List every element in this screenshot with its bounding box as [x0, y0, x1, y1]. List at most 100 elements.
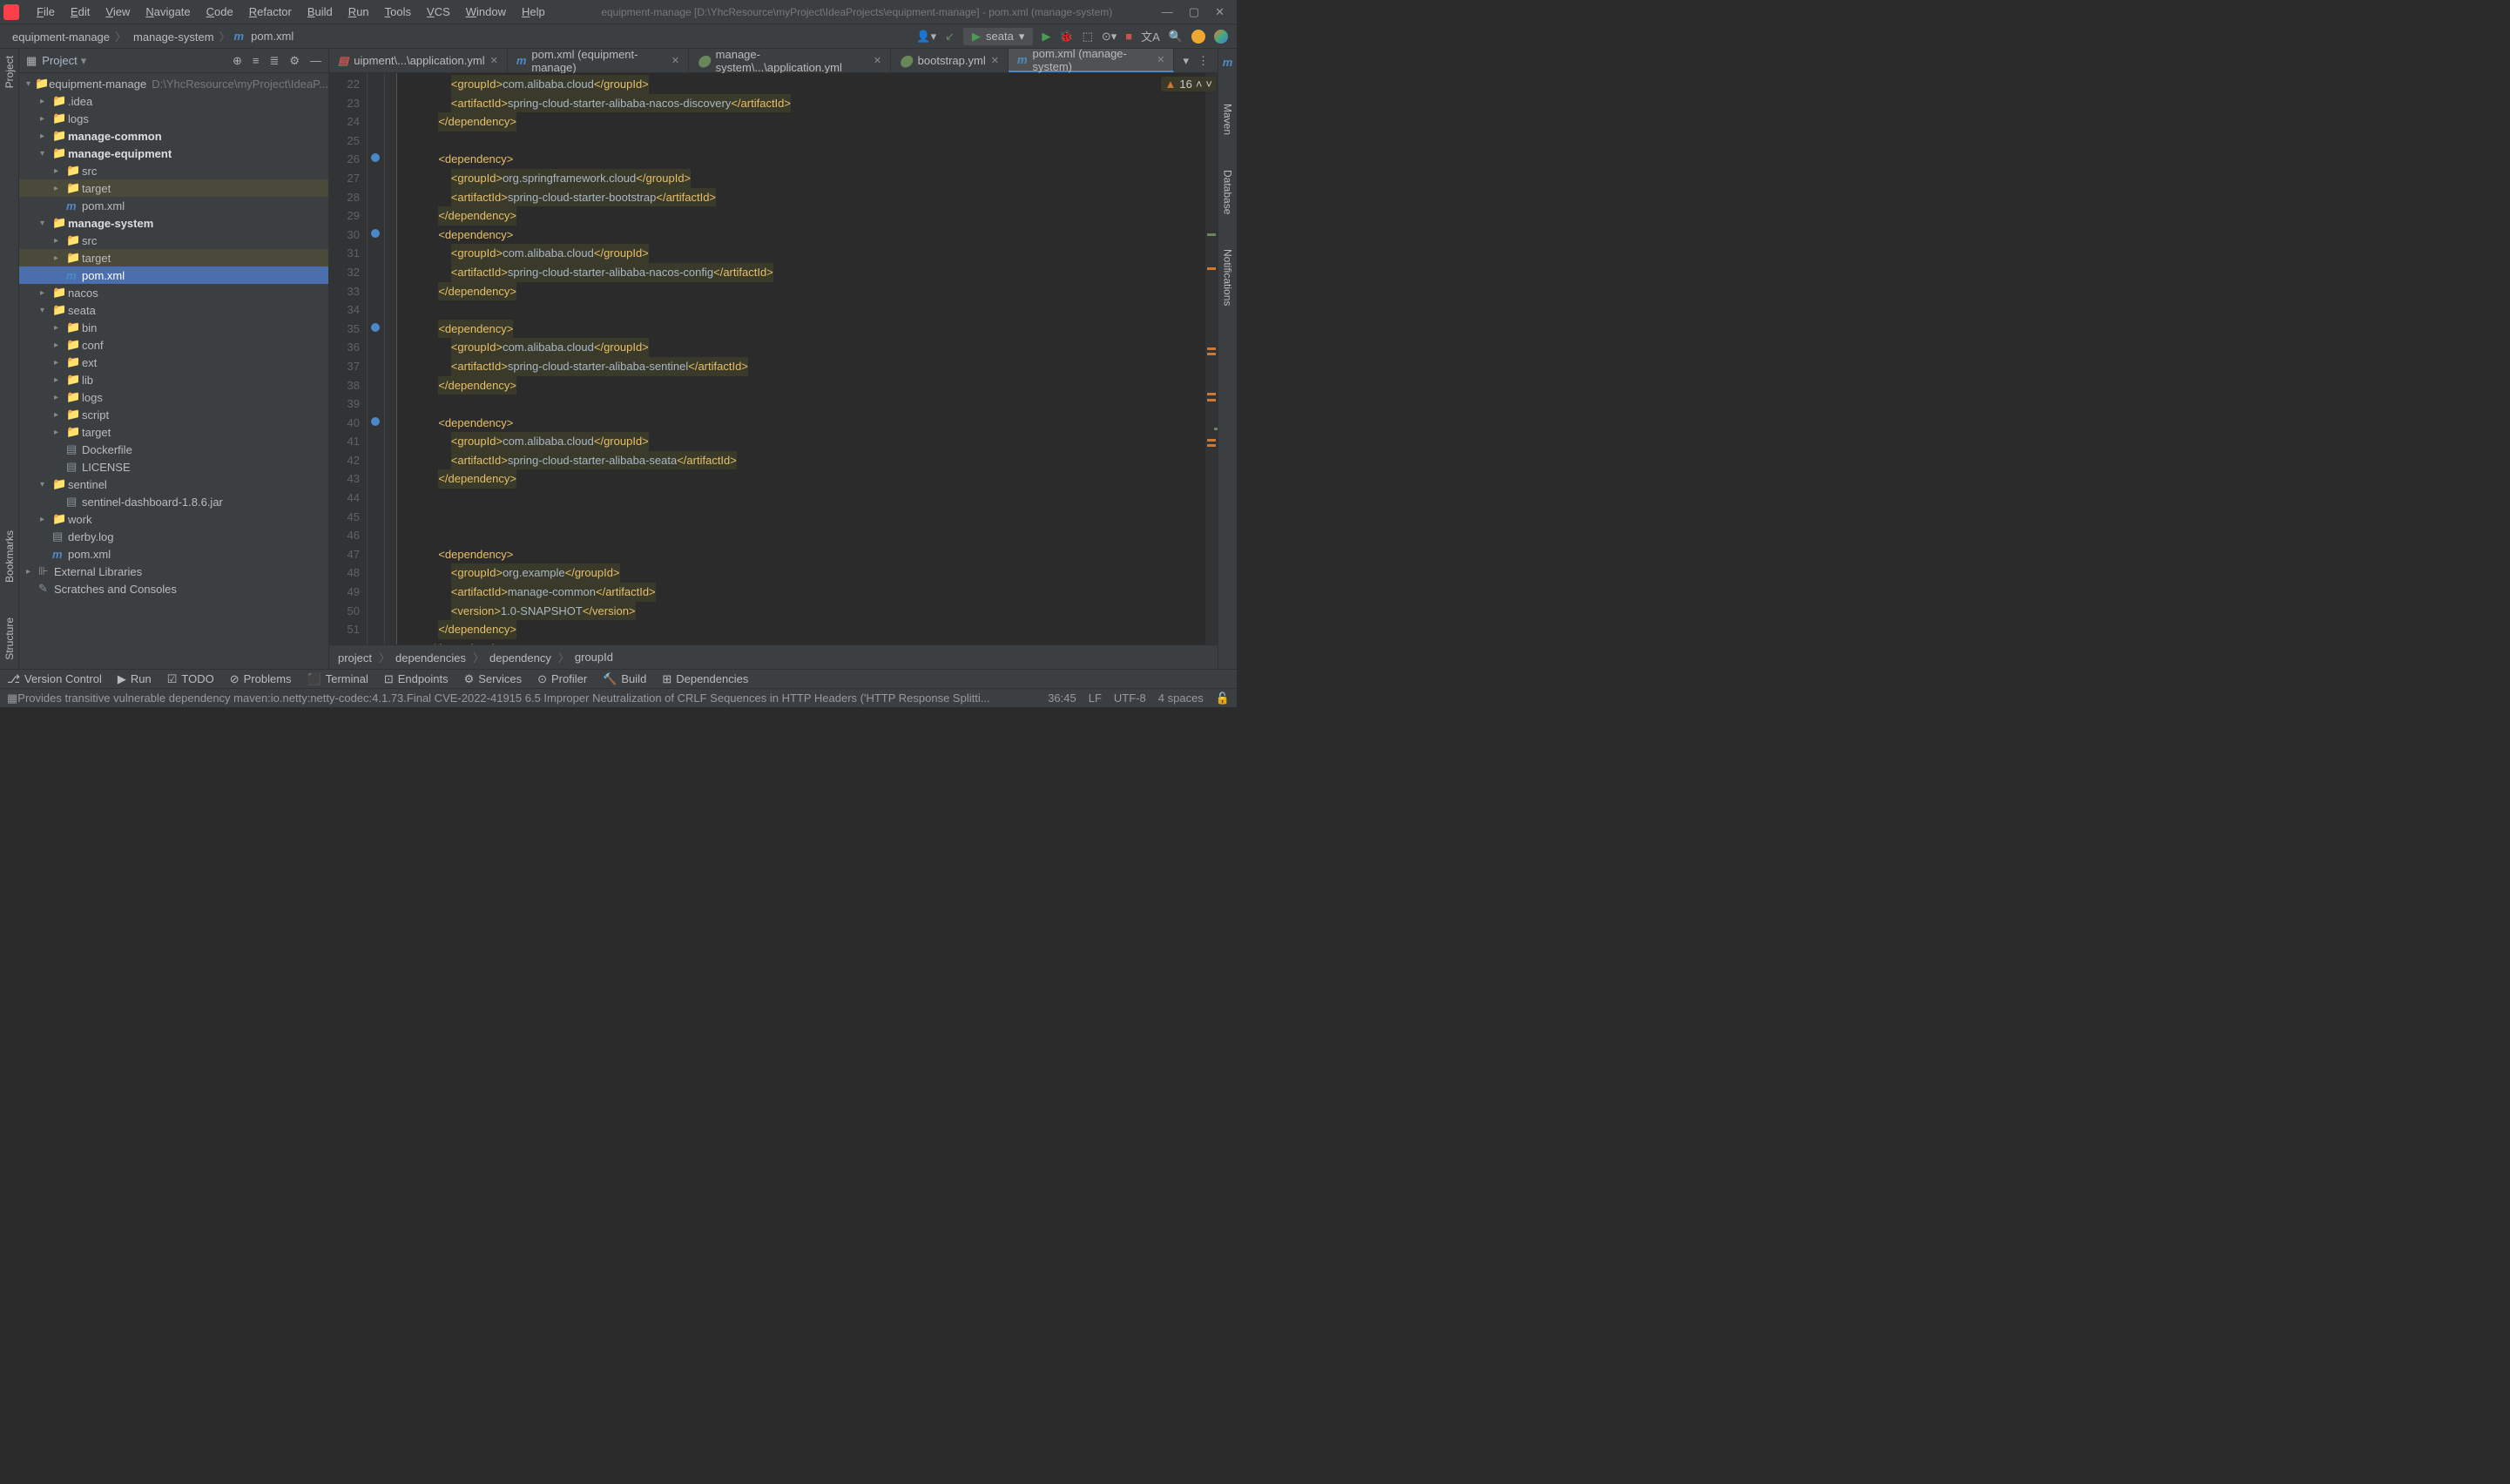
next-highlight-icon[interactable]: ˅	[1205, 78, 1212, 91]
readonly-lock-icon[interactable]: 🔓	[1216, 691, 1230, 705]
menu-vcs[interactable]: VCS	[420, 3, 457, 21]
project-tool-button[interactable]: Project	[3, 56, 16, 88]
marker-gutter[interactable]	[368, 73, 385, 644]
code-breadcrumb[interactable]: project	[338, 649, 390, 665]
code-editor[interactable]: 2223242526272829303132333435363738394041…	[329, 73, 1218, 644]
vcs-update-icon[interactable]: ↙	[945, 30, 955, 44]
close-icon[interactable]: ✕	[1215, 5, 1225, 19]
menu-window[interactable]: Window	[459, 3, 513, 21]
code-with-me-icon[interactable]	[1214, 30, 1228, 44]
expand-all-icon[interactable]: ≡	[253, 54, 260, 68]
project-tree[interactable]: ▾📁equipment-manageD:\YhcResource\myProje…	[19, 73, 328, 669]
tab-options-icon[interactable]: ⋮	[1198, 54, 1209, 68]
menu-run[interactable]: Run	[341, 3, 376, 21]
editor-tab[interactable]: mpom.xml (manage-system)✕	[1009, 49, 1175, 72]
tool-terminal[interactable]: ⬛Terminal	[307, 672, 368, 686]
menu-tools[interactable]: Tools	[378, 3, 418, 21]
breadcrumb-item[interactable]: pom.xml	[247, 30, 297, 43]
tree-item[interactable]: ▸📁src	[19, 232, 328, 249]
search-icon[interactable]: 🔍	[1169, 30, 1183, 44]
status-icon[interactable]: ▦	[7, 691, 17, 705]
tree-item[interactable]: ▤derby.log	[19, 528, 328, 545]
code-breadcrumb[interactable]: dependencies	[395, 649, 484, 665]
menu-view[interactable]: View	[98, 3, 137, 21]
tree-item[interactable]: ▸📁work	[19, 510, 328, 528]
indent-info[interactable]: 4 spaces	[1158, 691, 1204, 705]
tree-item[interactable]: mpom.xml	[19, 266, 328, 284]
dropdown-icon[interactable]: ▾	[81, 54, 87, 68]
tree-item[interactable]: ▾📁sentinel	[19, 476, 328, 493]
tree-item[interactable]: ▸📁.idea	[19, 92, 328, 110]
tree-item[interactable]: ▸📁src	[19, 162, 328, 179]
tree-item[interactable]: ▾📁seata	[19, 301, 328, 319]
editor-tab[interactable]: mpom.xml (equipment-manage)✕	[508, 49, 689, 72]
tool-services[interactable]: ⚙Services	[464, 672, 523, 686]
tab-dropdown-icon[interactable]: ▾	[1183, 54, 1189, 68]
settings-icon[interactable]: ⚙	[289, 54, 300, 68]
profile-button[interactable]: ⊙▾	[1102, 30, 1117, 44]
tree-item[interactable]: ▸📁target	[19, 423, 328, 441]
tree-item[interactable]: mpom.xml	[19, 545, 328, 563]
hide-icon[interactable]: —	[310, 54, 321, 68]
tree-item[interactable]: ▸📁lib	[19, 371, 328, 388]
code-breadcrumb[interactable]: groupId	[575, 651, 613, 664]
editor-tab[interactable]: ⬤bootstrap.yml✕	[891, 49, 1009, 72]
line-separator[interactable]: LF	[1089, 691, 1102, 705]
minimize-icon[interactable]: —	[1162, 5, 1173, 19]
tab-close-icon[interactable]: ✕	[1157, 54, 1164, 65]
collapse-all-icon[interactable]: ≣	[269, 54, 279, 68]
tree-item[interactable]: ▸📁nacos	[19, 284, 328, 301]
tree-item[interactable]: ▸📁logs	[19, 388, 328, 406]
tool-build[interactable]: 🔨Build	[603, 672, 646, 686]
select-opened-icon[interactable]: ⊕	[233, 54, 242, 68]
tree-item[interactable]: ▸📁bin	[19, 319, 328, 336]
maximize-icon[interactable]: ▢	[1189, 5, 1199, 19]
line-gutter[interactable]: 2223242526272829303132333435363738394041…	[329, 73, 368, 644]
tool-run[interactable]: ▶Run	[118, 672, 152, 686]
menu-help[interactable]: Help	[515, 3, 552, 21]
tree-item[interactable]: ▾📁manage-system	[19, 214, 328, 232]
tab-close-icon[interactable]: ✕	[991, 55, 999, 66]
code-content[interactable]: <groupId>com.alibaba.cloud</groupId> <ar…	[397, 73, 1218, 644]
tree-item[interactable]: ▾📁equipment-manageD:\YhcResource\myProje…	[19, 75, 328, 92]
fold-gutter[interactable]	[385, 73, 397, 644]
inspection-widget[interactable]: ▲ 16 ˄ ˅	[1161, 77, 1216, 91]
menu-edit[interactable]: Edit	[64, 3, 97, 21]
menu-code[interactable]: Code	[199, 3, 240, 21]
coverage-button[interactable]: ⬚	[1083, 30, 1093, 44]
menu-refactor[interactable]: Refactor	[242, 3, 299, 21]
tree-item[interactable]: ▾📁manage-equipment	[19, 145, 328, 162]
editor-tab[interactable]: ▤uipment\...\application.yml✕	[329, 49, 508, 72]
maven-tool-button[interactable]: Maven	[1222, 104, 1234, 135]
stop-button[interactable]: ■	[1125, 30, 1132, 43]
run-config-selector[interactable]: ▶seata▾	[963, 28, 1033, 45]
editor-breadcrumbs[interactable]: projectdependenciesdependencygroupId	[329, 644, 1218, 669]
tab-close-icon[interactable]: ✕	[874, 55, 881, 66]
tree-item[interactable]: ▸📁target	[19, 249, 328, 266]
tree-item[interactable]: ▤sentinel-dashboard-1.8.6.jar	[19, 493, 328, 510]
notifications-tool-button[interactable]: Notifications	[1222, 249, 1234, 306]
prev-highlight-icon[interactable]: ˄	[1196, 78, 1203, 91]
structure-tool-button[interactable]: Structure	[3, 617, 16, 660]
tree-item[interactable]: ▸📁manage-common	[19, 127, 328, 145]
tree-item[interactable]: ▸📁ext	[19, 354, 328, 371]
tree-item[interactable]: ✎Scratches and Consoles	[19, 580, 328, 597]
translate-icon[interactable]: 文A	[1141, 28, 1160, 44]
tool-todo[interactable]: ☑TODO	[167, 672, 214, 686]
tree-item[interactable]: ▸📁script	[19, 406, 328, 423]
debug-button[interactable]: 🐞	[1059, 30, 1073, 44]
run-button[interactable]: ▶	[1042, 30, 1050, 44]
maven-icon[interactable]: m	[1223, 56, 1233, 69]
editor-tab[interactable]: ⬤manage-system\...\application.yml✕	[689, 49, 891, 72]
caret-position[interactable]: 36:45	[1048, 691, 1076, 705]
breadcrumb-item[interactable]: equipment-manage	[9, 28, 130, 44]
tree-item[interactable]: ▸📁logs	[19, 110, 328, 127]
status-message[interactable]: Provides transitive vulnerable dependenc…	[17, 691, 1048, 705]
tree-item[interactable]: ▤LICENSE	[19, 458, 328, 476]
tool-version-control[interactable]: ⎇Version Control	[7, 672, 102, 686]
tree-item[interactable]: ▸⊪External Libraries	[19, 563, 328, 580]
menu-build[interactable]: Build	[300, 3, 340, 21]
tool-profiler[interactable]: ⊙Profiler	[537, 672, 587, 686]
user-icon[interactable]: 👤▾	[916, 30, 936, 44]
breadcrumb-item[interactable]: manage-system	[130, 28, 234, 44]
